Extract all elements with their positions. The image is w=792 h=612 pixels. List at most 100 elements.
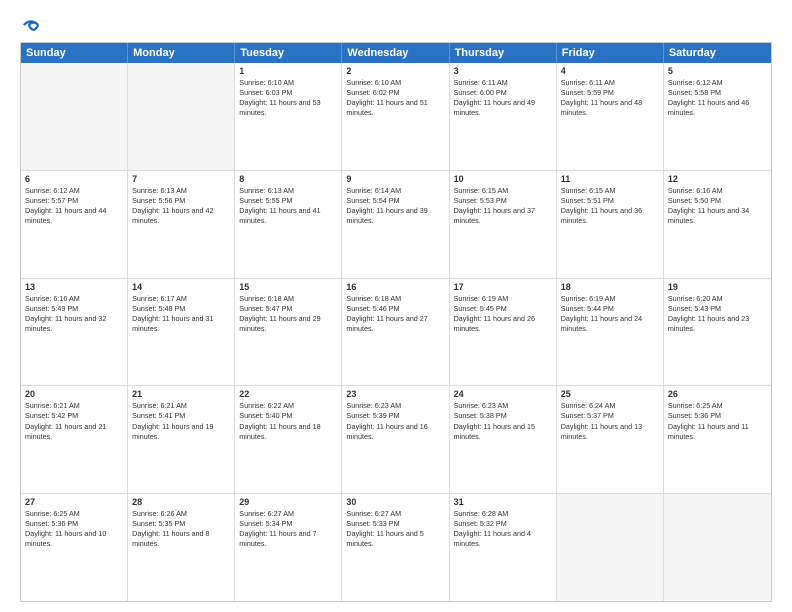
day-number: 7 [132, 174, 230, 184]
day-number: 28 [132, 497, 230, 507]
calendar-cell: 7 Sunrise: 6:13 AM Sunset: 5:56 PM Daylig… [128, 171, 235, 278]
logo-text [20, 16, 40, 34]
cell-info: Sunrise: 6:13 AM Sunset: 5:56 PM Dayligh… [132, 186, 230, 226]
day-number: 3 [454, 66, 552, 76]
calendar: SundayMondayTuesdayWednesdayThursdayFrid… [20, 42, 772, 602]
calendar-cell: 16Sunrise: 6:18 AM Sunset: 5:46 PM Dayli… [342, 279, 449, 386]
day-number: 30 [346, 497, 444, 507]
cell-info: Sunrise: 6:27 AM Sunset: 5:34 PM Dayligh… [239, 509, 337, 549]
day-number: 22 [239, 389, 337, 399]
day-number: 16 [346, 282, 444, 292]
calendar-cell: 22Sunrise: 6:22 AM Sunset: 5:40 PM Dayli… [235, 386, 342, 493]
cell-info: Sunrise: 6:16 AM Sunset: 5:49 PM Dayligh… [25, 294, 123, 334]
day-number: 19 [668, 282, 767, 292]
header-cell-tuesday: Tuesday [235, 43, 342, 63]
cell-info: Sunrise: 6:27 AM Sunset: 5:33 PM Dayligh… [346, 509, 444, 549]
calendar-cell: 30 Sunrise: 6:27 AM Sunset: 5:33 PM Dayli… [342, 494, 449, 601]
calendar-cell: 28 Sunrise: 6:26 AM Sunset: 5:35 PM Dayli… [128, 494, 235, 601]
cell-info: Sunrise: 6:15 AM Sunset: 5:51 PM Dayligh… [561, 186, 659, 226]
calendar-cell: 31 Sunrise: 6:28 AM Sunset: 5:32 PM Dayli… [450, 494, 557, 601]
calendar-cell: 1 Sunrise: 6:10 AM Sunset: 6:03 PM Daylig… [235, 63, 342, 170]
calendar-row-5: 27 Sunrise: 6:25 AM Sunset: 5:36 PM Dayli… [21, 494, 771, 601]
page: SundayMondayTuesdayWednesdayThursdayFrid… [0, 0, 792, 612]
cell-info: Sunrise: 6:10 AM Sunset: 6:03 PM Dayligh… [239, 78, 337, 118]
cell-info: Sunrise: 6:21 AM Sunset: 5:42 PM Dayligh… [25, 401, 123, 441]
calendar-cell: 14Sunrise: 6:17 AM Sunset: 5:48 PM Dayli… [128, 279, 235, 386]
header-cell-thursday: Thursday [450, 43, 557, 63]
cell-info: Sunrise: 6:25 AM Sunset: 5:36 PM Dayligh… [668, 401, 767, 441]
day-number: 15 [239, 282, 337, 292]
day-number: 26 [668, 389, 767, 399]
cell-info: Sunrise: 6:23 AM Sunset: 5:39 PM Dayligh… [346, 401, 444, 441]
cell-info: Sunrise: 6:11 AM Sunset: 6:00 PM Dayligh… [454, 78, 552, 118]
cell-info: Sunrise: 6:19 AM Sunset: 5:44 PM Dayligh… [561, 294, 659, 334]
cell-info: Sunrise: 6:14 AM Sunset: 5:54 PM Dayligh… [346, 186, 444, 226]
calendar-cell: 24 Sunrise: 6:23 AM Sunset: 5:38 PM Dayli… [450, 386, 557, 493]
calendar-cell: 9 Sunrise: 6:14 AM Sunset: 5:54 PM Daylig… [342, 171, 449, 278]
calendar-cell: 29 Sunrise: 6:27 AM Sunset: 5:34 PM Dayli… [235, 494, 342, 601]
day-number: 21 [132, 389, 230, 399]
header-cell-friday: Friday [557, 43, 664, 63]
calendar-cell: 19 Sunrise: 6:20 AM Sunset: 5:43 PM Dayli… [664, 279, 771, 386]
cell-info: Sunrise: 6:25 AM Sunset: 5:36 PM Dayligh… [25, 509, 123, 549]
calendar-cell: 25 Sunrise: 6:24 AM Sunset: 5:37 PM Dayli… [557, 386, 664, 493]
calendar-cell: 13 Sunrise: 6:16 AM Sunset: 5:49 PM Dayli… [21, 279, 128, 386]
header [20, 16, 772, 34]
calendar-cell: 21 Sunrise: 6:21 AM Sunset: 5:41 PM Dayli… [128, 386, 235, 493]
cell-info: Sunrise: 6:11 AM Sunset: 5:59 PM Dayligh… [561, 78, 659, 118]
calendar-cell: 2 Sunrise: 6:10 AM Sunset: 6:02 PM Daylig… [342, 63, 449, 170]
cell-info: Sunrise: 6:13 AM Sunset: 5:55 PM Dayligh… [239, 186, 337, 226]
day-number: 12 [668, 174, 767, 184]
day-number: 27 [25, 497, 123, 507]
cell-info: Sunrise: 6:15 AM Sunset: 5:53 PM Dayligh… [454, 186, 552, 226]
calendar-cell: 12 Sunrise: 6:16 AM Sunset: 5:50 PM Dayli… [664, 171, 771, 278]
day-number: 14 [132, 282, 230, 292]
day-number: 24 [454, 389, 552, 399]
day-number: 5 [668, 66, 767, 76]
day-number: 2 [346, 66, 444, 76]
cell-info: Sunrise: 6:12 AM Sunset: 5:57 PM Dayligh… [25, 186, 123, 226]
cell-info: Sunrise: 6:16 AM Sunset: 5:50 PM Dayligh… [668, 186, 767, 226]
logo [20, 16, 40, 34]
day-number: 1 [239, 66, 337, 76]
cell-info: Sunrise: 6:23 AM Sunset: 5:38 PM Dayligh… [454, 401, 552, 441]
cell-info: Sunrise: 6:20 AM Sunset: 5:43 PM Dayligh… [668, 294, 767, 334]
day-number: 11 [561, 174, 659, 184]
calendar-cell: 11 Sunrise: 6:15 AM Sunset: 5:51 PM Dayli… [557, 171, 664, 278]
cell-info: Sunrise: 6:28 AM Sunset: 5:32 PM Dayligh… [454, 509, 552, 549]
day-number: 23 [346, 389, 444, 399]
cell-info: Sunrise: 6:18 AM Sunset: 5:47 PM Dayligh… [239, 294, 337, 334]
cell-info: Sunrise: 6:26 AM Sunset: 5:35 PM Dayligh… [132, 509, 230, 549]
calendar-cell [21, 63, 128, 170]
day-number: 29 [239, 497, 337, 507]
day-number: 8 [239, 174, 337, 184]
day-number: 31 [454, 497, 552, 507]
cell-info: Sunrise: 6:10 AM Sunset: 6:02 PM Dayligh… [346, 78, 444, 118]
cell-info: Sunrise: 6:21 AM Sunset: 5:41 PM Dayligh… [132, 401, 230, 441]
day-number: 25 [561, 389, 659, 399]
day-number: 4 [561, 66, 659, 76]
cell-info: Sunrise: 6:24 AM Sunset: 5:37 PM Dayligh… [561, 401, 659, 441]
calendar-cell [128, 63, 235, 170]
day-number: 20 [25, 389, 123, 399]
calendar-cell: 23 Sunrise: 6:23 AM Sunset: 5:39 PM Dayli… [342, 386, 449, 493]
calendar-cell: 5 Sunrise: 6:12 AM Sunset: 5:58 PM Daylig… [664, 63, 771, 170]
logo-icon [22, 16, 40, 34]
cell-info: Sunrise: 6:12 AM Sunset: 5:58 PM Dayligh… [668, 78, 767, 118]
calendar-cell: 3 Sunrise: 6:11 AM Sunset: 6:00 PM Daylig… [450, 63, 557, 170]
header-cell-wednesday: Wednesday [342, 43, 449, 63]
calendar-cell: 27 Sunrise: 6:25 AM Sunset: 5:36 PM Dayli… [21, 494, 128, 601]
calendar-cell: 10 Sunrise: 6:15 AM Sunset: 5:53 PM Dayli… [450, 171, 557, 278]
calendar-row-3: 13 Sunrise: 6:16 AM Sunset: 5:49 PM Dayli… [21, 279, 771, 387]
cell-info: Sunrise: 6:19 AM Sunset: 5:45 PM Dayligh… [454, 294, 552, 334]
calendar-row-1: 1 Sunrise: 6:10 AM Sunset: 6:03 PM Daylig… [21, 63, 771, 171]
header-cell-saturday: Saturday [664, 43, 771, 63]
day-number: 6 [25, 174, 123, 184]
calendar-cell: 20 Sunrise: 6:21 AM Sunset: 5:42 PM Dayli… [21, 386, 128, 493]
day-number: 13 [25, 282, 123, 292]
day-number: 9 [346, 174, 444, 184]
calendar-cell: 26 Sunrise: 6:25 AM Sunset: 5:36 PM Dayli… [664, 386, 771, 493]
header-cell-sunday: Sunday [21, 43, 128, 63]
day-number: 10 [454, 174, 552, 184]
calendar-cell: 8 Sunrise: 6:13 AM Sunset: 5:55 PM Daylig… [235, 171, 342, 278]
